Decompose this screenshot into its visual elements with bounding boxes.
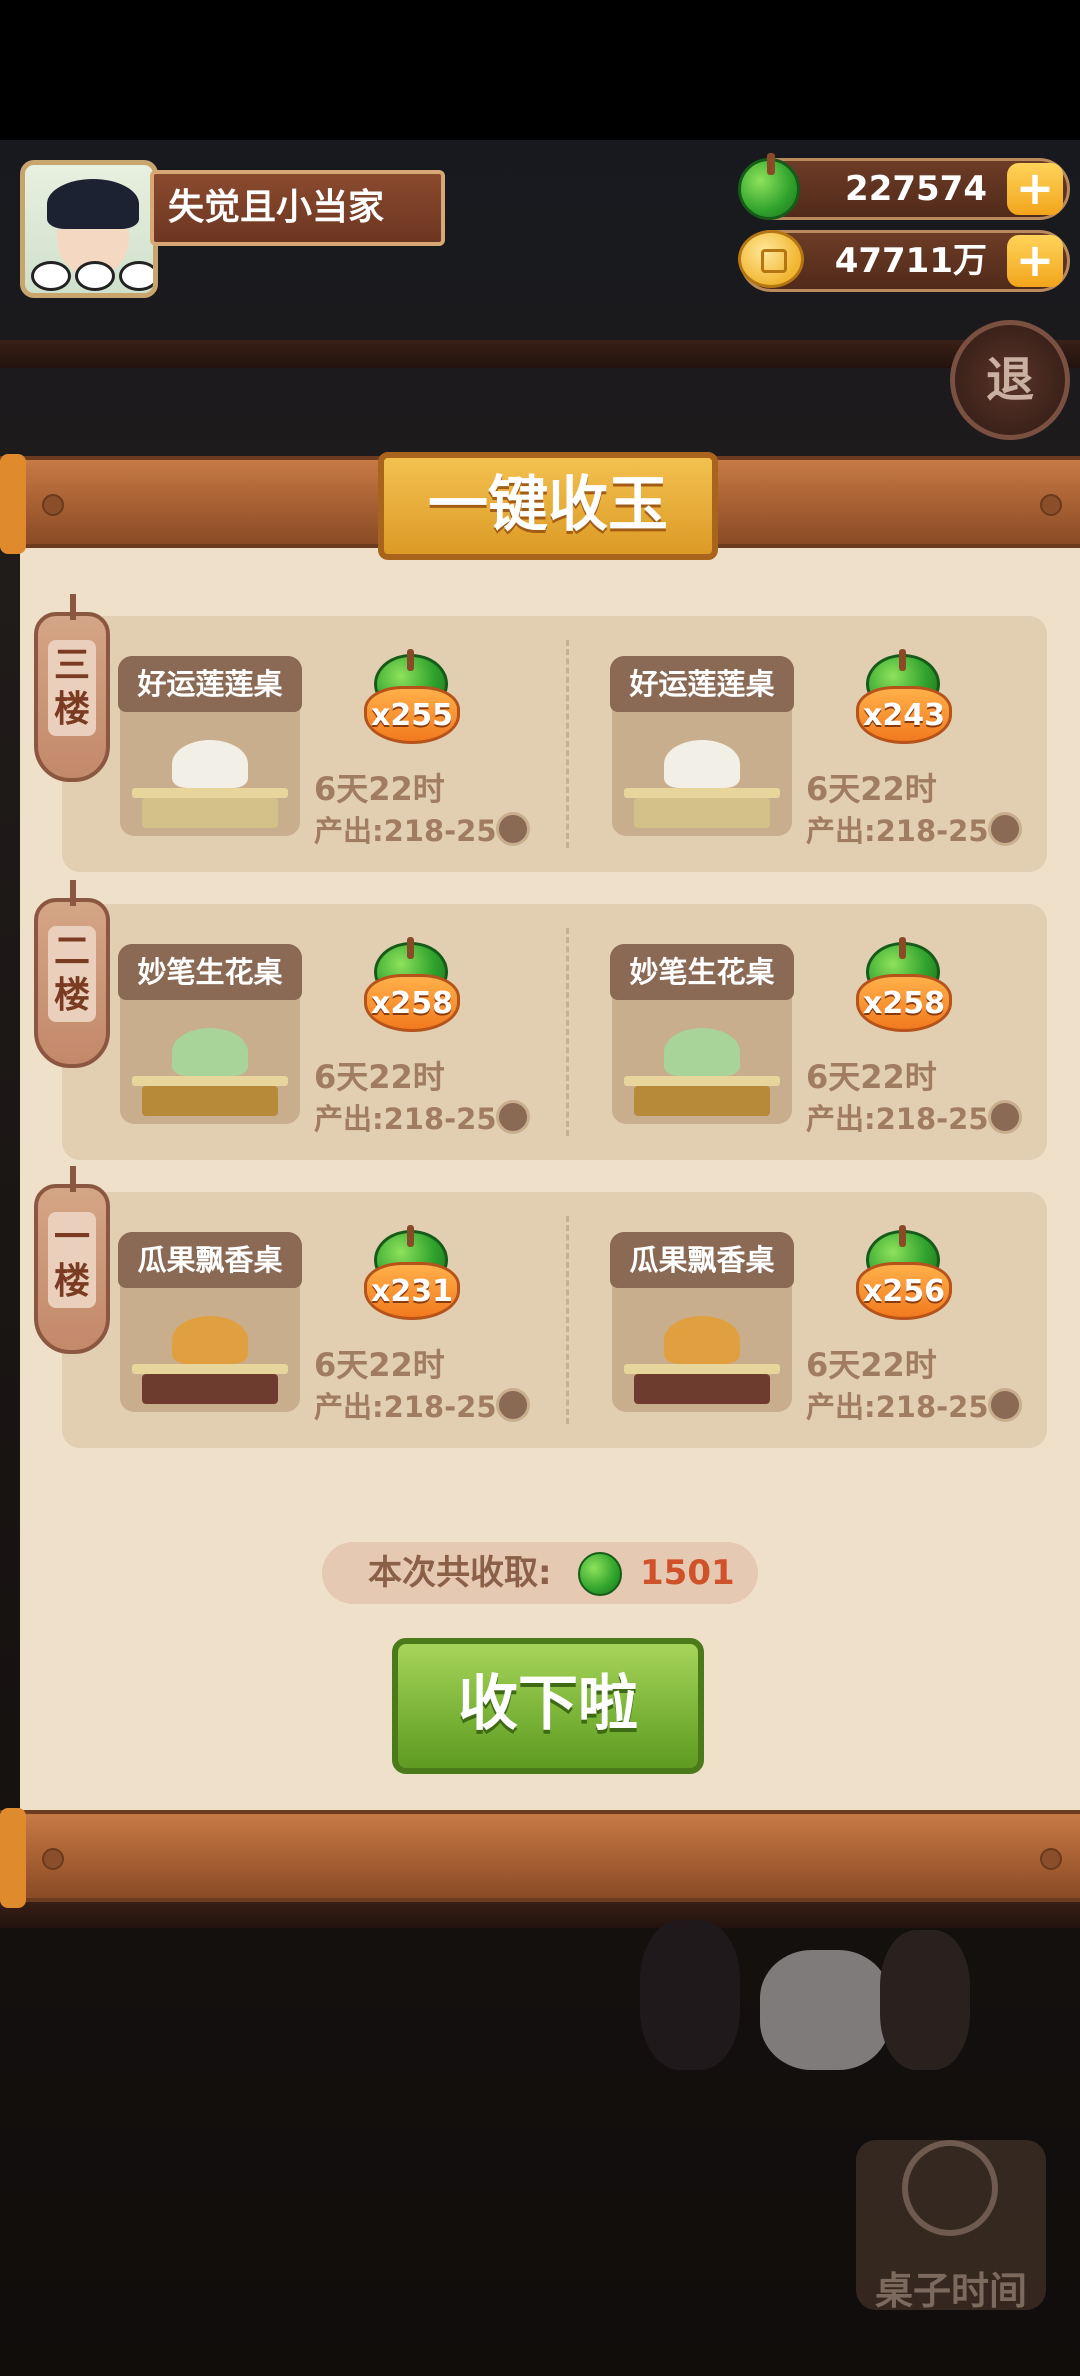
panel-bottom-scroll xyxy=(0,1808,1080,1908)
exit-button[interactable]: 退 xyxy=(950,320,1070,440)
floor-row-3: 好运莲莲桌 x255 6天22时 产出:218-258 好运莲莲桌 x243 6… xyxy=(62,616,1047,872)
output-range: 产出:218-258 xyxy=(314,1102,517,1136)
jade-count-badge: x231 xyxy=(364,1225,460,1326)
output-icon xyxy=(496,1100,530,1134)
time-remaining: 6天22时 xyxy=(806,1346,937,1384)
floor-tag-1: 一楼 xyxy=(34,1166,110,1354)
total-label: 本次共收取: xyxy=(368,1553,552,1593)
jade-count-badge: x243 xyxy=(856,649,952,750)
table-card: 瓜果飘香桌 x231 6天22时 产出:218-258 xyxy=(62,1192,552,1448)
table-card: 好运莲莲桌 x243 6天22时 产出:218-258 xyxy=(554,616,1044,872)
floor-row-2: 妙笔生花桌 x258 6天22时 产出:218-258 妙笔生花桌 x258 6… xyxy=(62,904,1047,1160)
output-range: 产出:218-258 xyxy=(314,1390,517,1424)
table-name: 好运莲莲桌 xyxy=(118,656,302,712)
table-time-button[interactable]: 桌子时间 xyxy=(856,2140,1046,2313)
table-name: 瓜果飘香桌 xyxy=(118,1232,302,1288)
time-remaining: 6天22时 xyxy=(806,1058,937,1096)
jade-count-badge: x256 xyxy=(856,1225,952,1326)
output-range: 产出:218-258 xyxy=(806,1390,1009,1424)
add-coins-button[interactable]: + xyxy=(1007,235,1063,287)
table-card: 妙笔生花桌 x258 6天22时 产出:218-258 xyxy=(62,904,552,1160)
time-remaining: 6天22时 xyxy=(314,770,445,808)
output-icon xyxy=(496,1388,530,1422)
floor-tag-2: 二楼 xyxy=(34,880,110,1068)
table-name: 妙笔生花桌 xyxy=(118,944,302,1000)
panel-title: 一键收玉 xyxy=(378,452,718,560)
time-remaining: 6天22时 xyxy=(314,1346,445,1384)
total-collected-bar: 本次共收取: 1501 xyxy=(322,1542,758,1604)
add-jade-button[interactable]: + xyxy=(1007,163,1063,215)
time-remaining: 6天22时 xyxy=(806,770,937,808)
jade-count-badge: x258 xyxy=(856,937,952,1038)
floor-row-1: 瓜果飘香桌 x231 6天22时 产出:218-258 瓜果飘香桌 x256 6… xyxy=(62,1192,1047,1448)
table-name: 瓜果飘香桌 xyxy=(610,1232,794,1288)
coin-value: 47711万 xyxy=(834,241,987,281)
player-avatar[interactable] xyxy=(20,160,158,298)
table-card: 妙笔生花桌 x258 6天22时 产出:218-258 xyxy=(554,904,1044,1160)
coin-icon xyxy=(738,230,804,288)
table-card: 好运莲莲桌 x255 6天22时 产出:218-258 xyxy=(62,616,552,872)
output-range: 产出:218-258 xyxy=(806,1102,1009,1136)
jade-value: 227574 xyxy=(845,169,987,209)
jade-count-badge: x258 xyxy=(364,937,460,1038)
jade-icon xyxy=(578,1552,622,1596)
output-icon xyxy=(988,1100,1022,1134)
output-icon xyxy=(496,812,530,846)
table-name: 妙笔生花桌 xyxy=(610,944,794,1000)
output-range: 产出:218-258 xyxy=(314,814,517,848)
jade-count-badge: x255 xyxy=(364,649,460,750)
player-name[interactable]: 失觉且小当家 xyxy=(150,170,445,246)
output-icon xyxy=(988,812,1022,846)
jade-icon xyxy=(738,153,800,220)
output-icon xyxy=(988,1388,1022,1422)
clock-icon xyxy=(902,2140,998,2236)
output-range: 产出:218-258 xyxy=(806,814,1009,848)
time-remaining: 6天22时 xyxy=(314,1058,445,1096)
collect-button[interactable]: 收下啦 xyxy=(392,1638,704,1774)
table-time-label: 桌子时间 xyxy=(874,2269,1027,2313)
total-value: 1501 xyxy=(640,1553,735,1593)
table-name: 好运莲莲桌 xyxy=(610,656,794,712)
floor-tag-3: 三楼 xyxy=(34,594,110,782)
table-card: 瓜果飘香桌 x256 6天22时 产出:218-258 xyxy=(554,1192,1044,1448)
